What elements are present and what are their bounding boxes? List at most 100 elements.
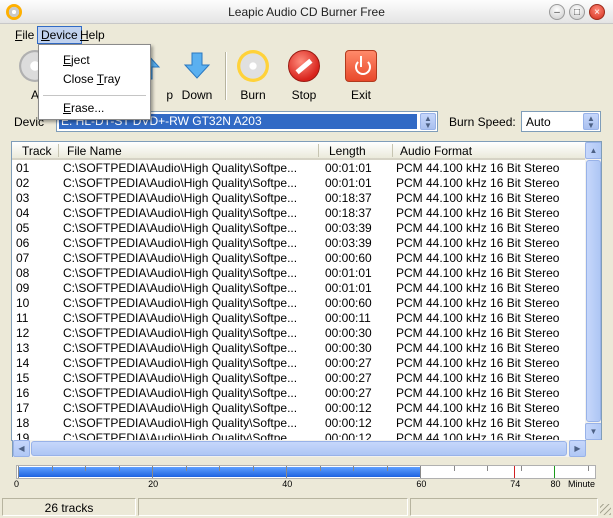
cell-length: 00:00:60 <box>325 296 372 310</box>
cell-length: 00:00:30 <box>325 341 372 355</box>
down-button[interactable]: Down <box>171 50 223 104</box>
menu-bar: File Device Help <box>0 24 613 44</box>
burn-speed-select[interactable]: Auto ▲ ▼ <box>521 111 601 132</box>
scale-unit: Minute <box>568 479 596 489</box>
scroll-down-icon[interactable]: ▼ <box>585 423 601 440</box>
burn-disc-icon <box>237 50 269 82</box>
cell-track: 15 <box>16 371 30 385</box>
scale-tick <box>588 466 589 471</box>
table-row[interactable]: 15 C:\SOFTPEDIA\Audio\High Quality\Softpe… <box>12 371 585 386</box>
table-row[interactable]: 04 C:\SOFTPEDIA\Audio\High Quality\Softpe… <box>12 206 585 221</box>
cell-track: 01 <box>16 161 30 175</box>
table-row[interactable]: 03 C:\SOFTPEDIA\Audio\High Quality\Softpe… <box>12 191 585 206</box>
vertical-scrollbar[interactable]: ▲ ▼ <box>585 142 601 440</box>
scroll-right-icon[interactable]: ▶ <box>569 440 586 457</box>
table-row[interactable]: 06 C:\SOFTPEDIA\Audio\High Quality\Softpe… <box>12 236 585 251</box>
vertical-scroll-thumb[interactable] <box>586 160 601 422</box>
table-row[interactable]: 05 C:\SOFTPEDIA\Audio\High Quality\Softpe… <box>12 221 585 236</box>
cell-file-name: C:\SOFTPEDIA\Audio\High Quality\Softpe..… <box>63 371 298 385</box>
cell-file-name: C:\SOFTPEDIA\Audio\High Quality\Softpe..… <box>63 416 298 430</box>
scale-label: 80 <box>550 479 561 489</box>
table-row[interactable]: 18 C:\SOFTPEDIA\Audio\High Quality\Softpe… <box>12 416 585 431</box>
scale-tick <box>185 466 187 471</box>
column-divider[interactable] <box>392 144 393 157</box>
cell-audio-format: PCM 44.100 kHz 16 Bit Stereo <box>396 191 560 205</box>
cell-audio-format: PCM 44.100 kHz 16 Bit Stereo <box>396 206 560 220</box>
minimize-button[interactable]: – <box>549 4 565 20</box>
cell-length: 00:01:01 <box>325 176 372 190</box>
scale-tick <box>453 466 455 471</box>
cell-file-name: C:\SOFTPEDIA\Audio\High Quality\Softpe..… <box>63 341 298 355</box>
cell-length: 00:00:12 <box>325 416 372 430</box>
column-divider[interactable] <box>58 144 59 157</box>
table-row[interactable]: 01 C:\SOFTPEDIA\Audio\High Quality\Softpe… <box>12 161 585 176</box>
cell-track: 06 <box>16 236 30 250</box>
cell-audio-format: PCM 44.100 kHz 16 Bit Stereo <box>396 236 560 250</box>
cell-audio-format: PCM 44.100 kHz 16 Bit Stereo <box>396 356 560 370</box>
track-list[interactable]: Track File Name Length Audio Format 01 C:… <box>11 141 602 441</box>
device-menu: Eject Close Tray Erase... <box>38 44 151 120</box>
arrow-down-icon <box>181 50 213 82</box>
cell-file-name: C:\SOFTPEDIA\Audio\High Quality\Softpe..… <box>63 296 298 310</box>
column-audio-format[interactable]: Audio Format <box>400 144 472 158</box>
table-row[interactable]: 13 C:\SOFTPEDIA\Audio\High Quality\Softpe… <box>12 341 585 356</box>
scroll-up-icon[interactable]: ▲ <box>585 142 601 159</box>
menu-file[interactable]: File <box>12 26 37 44</box>
cell-audio-format: PCM 44.100 kHz 16 Bit Stereo <box>396 386 560 400</box>
menu-item-close-tray[interactable]: Close Tray <box>63 72 120 86</box>
chevron-down-icon[interactable]: ▲ ▼ <box>420 113 436 130</box>
cell-file-name: C:\SOFTPEDIA\Audio\High Quality\Softpe..… <box>63 251 298 265</box>
table-row[interactable]: 11 C:\SOFTPEDIA\Audio\High Quality\Softpe… <box>12 311 585 326</box>
table-row[interactable]: 08 C:\SOFTPEDIA\Audio\High Quality\Softpe… <box>12 266 585 281</box>
table-row[interactable]: 12 C:\SOFTPEDIA\Audio\High Quality\Softpe… <box>12 326 585 341</box>
cell-file-name: C:\SOFTPEDIA\Audio\High Quality\Softpe..… <box>63 266 298 280</box>
cell-track: 09 <box>16 281 30 295</box>
scale-tick <box>353 466 355 471</box>
cell-audio-format: PCM 44.100 kHz 16 Bit Stereo <box>396 341 560 355</box>
burn-button[interactable]: Burn <box>227 50 279 104</box>
table-row[interactable]: 02 C:\SOFTPEDIA\Audio\High Quality\Softpe… <box>12 176 585 191</box>
scale-marker <box>514 466 516 478</box>
cell-track: 17 <box>16 401 30 415</box>
scale-tick <box>118 466 120 471</box>
table-row[interactable]: 09 C:\SOFTPEDIA\Audio\High Quality\Softpe… <box>12 281 585 296</box>
table-row[interactable]: 17 C:\SOFTPEDIA\Audio\High Quality\Softpe… <box>12 401 585 416</box>
stop-button[interactable]: Stop <box>278 50 330 104</box>
cell-track: 07 <box>16 251 30 265</box>
scale-tick <box>554 466 556 478</box>
chevron-down-icon[interactable]: ▲ ▼ <box>583 113 599 130</box>
cell-track: 05 <box>16 221 30 235</box>
table-row[interactable]: 07 C:\SOFTPEDIA\Audio\High Quality\Softpe… <box>12 251 585 266</box>
cell-track: 04 <box>16 206 30 220</box>
scale-label: 40 <box>282 479 293 489</box>
list-header: Track File Name Length Audio Format <box>12 142 585 160</box>
table-row[interactable]: 14 C:\SOFTPEDIA\Audio\High Quality\Softpe… <box>12 356 585 371</box>
menu-help[interactable]: Help <box>77 26 108 44</box>
cell-length: 00:00:30 <box>325 326 372 340</box>
scroll-left-icon[interactable]: ◀ <box>13 440 30 457</box>
table-row[interactable]: 10 C:\SOFTPEDIA\Audio\High Quality\Softpe… <box>12 296 585 311</box>
scale-tick <box>520 466 522 471</box>
horizontal-scroll-thumb[interactable] <box>31 441 567 456</box>
close-button[interactable]: × <box>589 4 605 20</box>
scale-tick <box>252 466 254 471</box>
resize-grip-icon[interactable] <box>600 504 611 515</box>
status-panel-tracks: 26 tracks <box>2 498 136 516</box>
cell-length: 00:00:27 <box>325 371 372 385</box>
column-length[interactable]: Length <box>329 144 366 158</box>
exit-button[interactable]: Exit <box>335 50 387 104</box>
column-file-name[interactable]: File Name <box>67 144 122 158</box>
horizontal-scrollbar[interactable]: ◀ ▶ <box>12 440 586 457</box>
column-divider[interactable] <box>318 144 319 157</box>
cell-audio-format: PCM 44.100 kHz 16 Bit Stereo <box>396 266 560 280</box>
scale-tick <box>85 466 87 471</box>
menu-item-erase[interactable]: Erase... <box>63 101 104 115</box>
maximize-button[interactable]: □ <box>569 4 585 20</box>
cell-file-name: C:\SOFTPEDIA\Audio\High Quality\Softpe..… <box>63 221 298 235</box>
table-row[interactable]: 16 C:\SOFTPEDIA\Audio\High Quality\Softpe… <box>12 386 585 401</box>
menu-item-eject[interactable]: Eject <box>63 53 90 67</box>
cell-file-name: C:\SOFTPEDIA\Audio\High Quality\Softpe..… <box>63 191 298 205</box>
cell-track: 03 <box>16 191 30 205</box>
menu-device[interactable]: Device <box>37 26 82 44</box>
column-track[interactable]: Track <box>22 144 52 158</box>
